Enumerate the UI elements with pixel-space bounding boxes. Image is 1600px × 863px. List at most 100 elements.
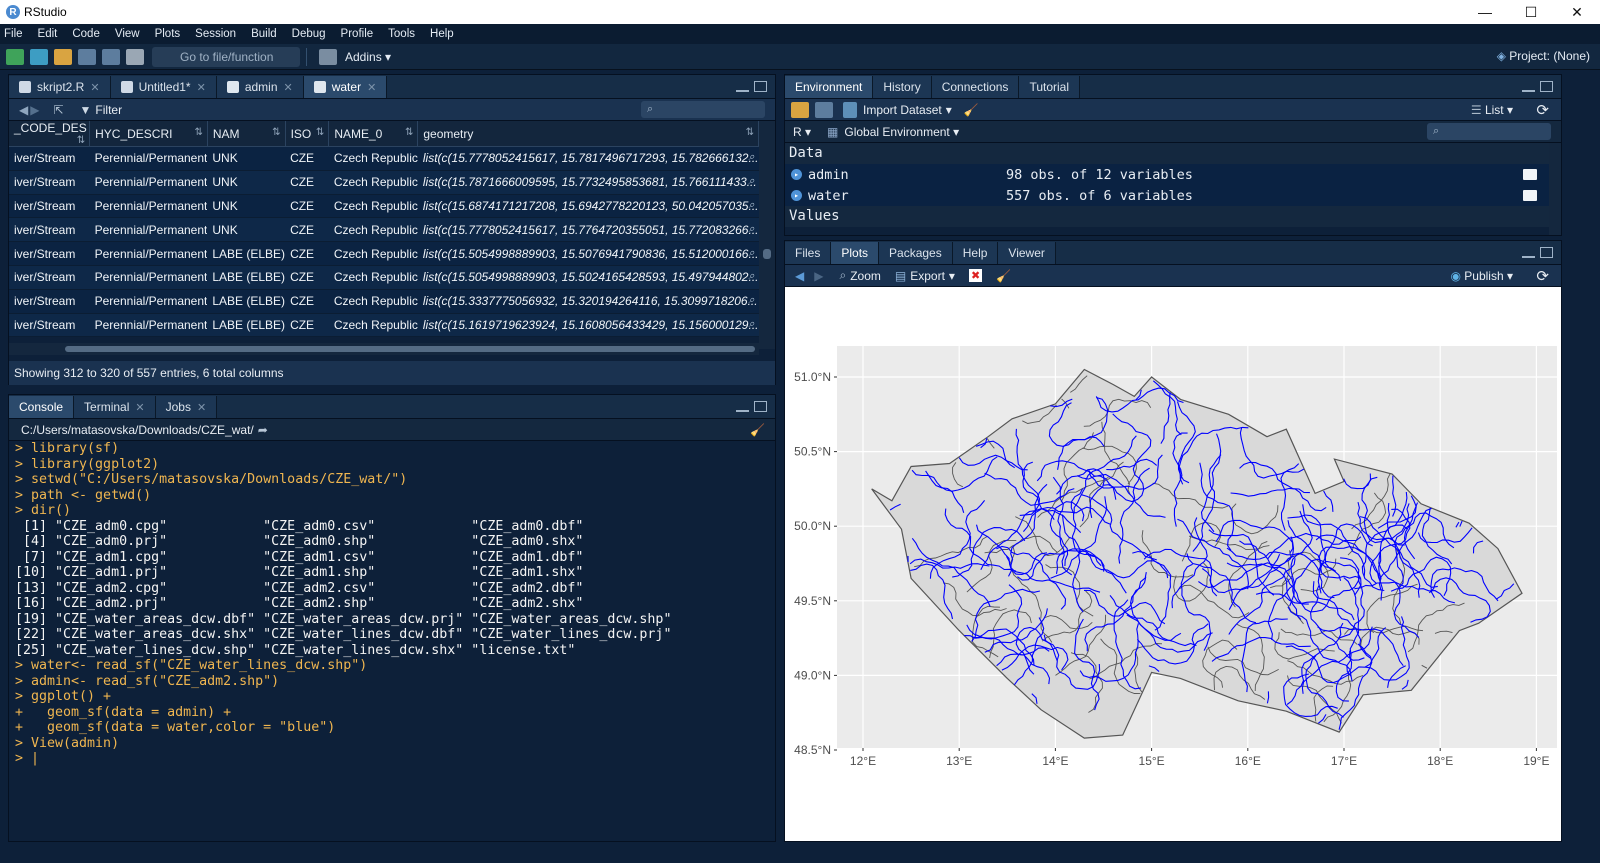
- console-output[interactable]: > library(sf) > library(ggplot2) > setwd("…: [15, 441, 771, 837]
- maximize-pane-button[interactable]: [754, 401, 767, 412]
- open-file-icon[interactable]: [54, 48, 72, 65]
- sort-icon[interactable]: ⇅: [194, 127, 202, 138]
- view-table-icon[interactable]: [1523, 169, 1537, 180]
- goto-directory-icon[interactable]: ➦: [258, 423, 268, 437]
- menu-plots[interactable]: Plots: [155, 28, 181, 40]
- menu-view[interactable]: View: [115, 28, 140, 40]
- close-button[interactable]: ✕: [1554, 0, 1600, 24]
- menu-tools[interactable]: Tools: [388, 28, 415, 40]
- menu-debug[interactable]: Debug: [292, 28, 326, 40]
- table-row[interactable]: iver/Stream Perennial/Permanent LABE (ELBE…: [9, 289, 759, 314]
- tab-water[interactable]: water ✕: [303, 76, 388, 98]
- sort-icon[interactable]: ⇅: [405, 127, 413, 138]
- popout-icon[interactable]: ⇱: [53, 103, 63, 117]
- column-header[interactable]: _CODE_DES ⇅: [9, 121, 91, 147]
- table-row[interactable]: iver/Stream Perennial/Permanent UNK CZE Czec…: [9, 194, 759, 219]
- horizontal-scrollbar[interactable]: [9, 343, 759, 355]
- minimize-button[interactable]: —: [1462, 0, 1508, 24]
- table-row[interactable]: iver/Stream Perennial/Permanent LABE (ELBE…: [9, 241, 759, 266]
- tab-terminal[interactable]: Terminal ✕: [74, 396, 156, 418]
- print-icon[interactable]: [126, 48, 144, 65]
- close-tab-icon[interactable]: ✕: [197, 81, 206, 94]
- language-selector[interactable]: R ▾: [793, 125, 811, 139]
- tab-packages[interactable]: Packages: [879, 242, 953, 264]
- tab-connections[interactable]: Connections: [931, 76, 1020, 98]
- column-header[interactable]: NAME_0 ⇅: [328, 121, 419, 147]
- next-plot-icon[interactable]: ▶: [814, 269, 823, 283]
- view-table-icon[interactable]: [1523, 190, 1537, 201]
- menu-edit[interactable]: Edit: [38, 28, 58, 40]
- tab-console[interactable]: Console: [9, 396, 75, 418]
- column-header[interactable]: NAM ⇅: [207, 121, 286, 147]
- remove-plot-icon[interactable]: ✖: [968, 269, 983, 282]
- publish-menu[interactable]: ◉ Publish ▾: [1450, 269, 1513, 283]
- menu-file[interactable]: File: [4, 28, 23, 40]
- env-scrollbar[interactable]: [1549, 143, 1561, 235]
- tab-environment[interactable]: Environment: [785, 76, 874, 98]
- tab-jobs[interactable]: Jobs ✕: [155, 396, 218, 418]
- close-tab-icon[interactable]: ✕: [367, 81, 376, 94]
- minimize-pane-button[interactable]: [736, 408, 749, 412]
- table-row[interactable]: iver/Stream Perennial/Permanent LABE (ELBE…: [9, 313, 759, 338]
- tab-admin[interactable]: admin ✕: [216, 76, 304, 98]
- expand-icon[interactable]: ▸: [791, 169, 802, 180]
- env-object-row[interactable]: ▸ water 557 obs. of 6 variables: [785, 185, 1549, 206]
- maximize-pane-button[interactable]: [1540, 81, 1553, 92]
- maximize-button[interactable]: ☐: [1508, 0, 1554, 24]
- minimize-pane-button[interactable]: [736, 88, 749, 92]
- project-menu[interactable]: ◈ Project: (None): [1497, 49, 1590, 63]
- tab-plots[interactable]: Plots: [831, 242, 880, 264]
- tab-untitled1-[interactable]: Untitled1* ✕: [110, 76, 217, 98]
- menu-session[interactable]: Session: [195, 28, 236, 40]
- addins-menu[interactable]: Addins ▾: [345, 50, 391, 64]
- save-all-icon[interactable]: [102, 48, 120, 65]
- sort-icon[interactable]: ⇅: [746, 127, 754, 138]
- tab-viewer[interactable]: Viewer: [998, 242, 1056, 264]
- import-chevron-icon[interactable]: ▾: [946, 103, 952, 117]
- open-workspace-icon[interactable]: [791, 101, 809, 118]
- sort-icon[interactable]: ⇅: [316, 127, 324, 138]
- scroll-thumb[interactable]: [763, 249, 771, 259]
- expand-icon[interactable]: ▸: [791, 190, 802, 201]
- close-tab-icon[interactable]: ✕: [90, 81, 99, 94]
- tab-help[interactable]: Help: [952, 242, 999, 264]
- previous-plot-icon[interactable]: ◀: [795, 269, 804, 283]
- menu-build[interactable]: Build: [251, 28, 277, 40]
- new-file-icon[interactable]: [6, 48, 24, 65]
- filter-button[interactable]: Filter: [95, 103, 122, 117]
- close-tab-icon[interactable]: ✕: [197, 401, 206, 414]
- hscroll-thumb[interactable]: [65, 346, 755, 352]
- working-directory-path[interactable]: C:/Users/matasovska/Downloads/CZE_wat/: [21, 423, 254, 437]
- column-header[interactable]: HYC_DESCRI ⇅: [89, 121, 208, 147]
- back-arrow-icon[interactable]: ◀: [19, 103, 28, 117]
- broom-icon[interactable]: 🧹: [964, 103, 979, 117]
- maximize-pane-button[interactable]: [754, 81, 767, 92]
- sort-icon[interactable]: ⇅: [272, 127, 280, 138]
- clear-console-icon[interactable]: 🧹: [750, 423, 765, 437]
- tab-tutorial[interactable]: Tutorial: [1019, 76, 1081, 98]
- maximize-pane-button[interactable]: [1540, 247, 1553, 258]
- tab-history[interactable]: History: [873, 76, 932, 98]
- minimize-pane-button[interactable]: [1522, 88, 1535, 92]
- export-button[interactable]: Export: [910, 269, 945, 283]
- clear-plots-icon[interactable]: 🧹: [996, 269, 1011, 283]
- menu-profile[interactable]: Profile: [341, 28, 374, 40]
- env-object-row[interactable]: ▸ admin 98 obs. of 12 variables: [785, 164, 1549, 185]
- list-view-menu[interactable]: ☰ List ▾: [1471, 103, 1513, 117]
- forward-arrow-icon[interactable]: ▶: [30, 103, 39, 117]
- environment-scope-select[interactable]: Global Environment ▾: [844, 125, 959, 139]
- close-tab-icon[interactable]: ✕: [284, 81, 293, 94]
- table-row[interactable]: iver/Stream Perennial/Permanent LABE (ELBE…: [9, 265, 759, 290]
- refresh-icon[interactable]: ⟳: [1536, 267, 1549, 285]
- tab-files[interactable]: Files: [785, 242, 832, 264]
- tab-skript2-r[interactable]: skript2.R ✕: [9, 76, 111, 98]
- minimize-pane-button[interactable]: [1522, 254, 1535, 258]
- column-header[interactable]: ISO ⇅: [285, 121, 330, 147]
- grid-layout-icon[interactable]: [319, 48, 337, 65]
- table-row[interactable]: iver/Stream Perennial/Permanent UNK CZE Czec…: [9, 146, 759, 171]
- zoom-button[interactable]: Zoom: [850, 269, 881, 283]
- save-icon[interactable]: [78, 48, 96, 65]
- vertical-scrollbar[interactable]: [759, 121, 775, 349]
- table-row[interactable]: iver/Stream Perennial/Permanent UNK CZE Czec…: [9, 170, 759, 195]
- table-row[interactable]: iver/Stream Perennial/Permanent UNK CZE Czec…: [9, 217, 759, 243]
